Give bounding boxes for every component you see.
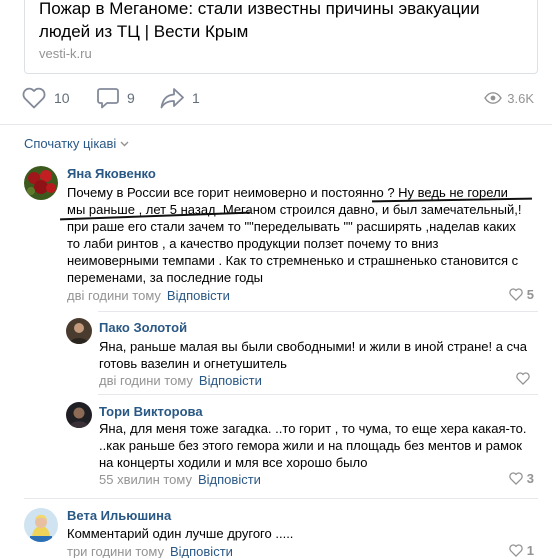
comment-count: 9 xyxy=(127,90,135,106)
comment-author[interactable]: Пако Золотой xyxy=(99,320,187,335)
avatar-image xyxy=(24,508,58,542)
comment-meta: дві години тому Відповісти xyxy=(99,373,262,388)
sort-dropdown[interactable]: Спочатку цікаві xyxy=(24,136,129,151)
comment-like-button[interactable]: 3 xyxy=(508,471,534,486)
comment-text: Яна, для меня тоже загадка. ..то горит ,… xyxy=(99,420,539,471)
post-actions: 10 9 1 3.6K xyxy=(0,84,552,112)
comment-time[interactable]: дві години тому xyxy=(67,288,161,303)
link-card[interactable]: Пожар в Меганоме: стали известны причины… xyxy=(24,0,538,74)
comment-divider xyxy=(98,311,538,312)
comment-like-button[interactable]: 5 xyxy=(508,287,534,302)
chevron-down-icon xyxy=(120,141,129,146)
comment-text-line: Комментарий один лучше другого ..... xyxy=(67,526,294,541)
like-count: 10 xyxy=(54,90,70,106)
link-card-domain: vesti-k.ru xyxy=(39,46,92,61)
share-button[interactable]: 1 xyxy=(160,84,200,112)
comment-divider xyxy=(98,394,538,395)
comment-meta: 55 хвилин тому Відповісти xyxy=(99,472,261,487)
comment-time[interactable]: 55 хвилин тому xyxy=(99,472,192,487)
reply-button[interactable]: Відповісти xyxy=(198,472,261,487)
comment-time[interactable]: три години тому xyxy=(67,544,164,558)
comment-text-line: неимоверными темпами . Как то стремненьк… xyxy=(67,253,519,268)
comment-time[interactable]: дві години тому xyxy=(99,373,193,388)
comment-like-count: 3 xyxy=(526,471,534,486)
comment-text-line: готовь вазелин и огнетушитель xyxy=(99,356,287,371)
comment-text-line: ..как раньше без этого гемора жили и на … xyxy=(99,438,522,453)
views-count: 3.6K xyxy=(507,90,534,106)
comment-meta: три години тому Відповісти xyxy=(67,544,233,558)
heart-icon xyxy=(508,288,523,301)
link-card-title[interactable]: Пожар в Меганоме: стали известны причины… xyxy=(39,0,519,43)
comment: Вета Ильюшина Комментарий один лучше дру… xyxy=(0,502,552,558)
reply-button[interactable]: Відповісти xyxy=(167,288,230,303)
avatar[interactable] xyxy=(66,402,92,428)
comment-button[interactable]: 9 xyxy=(97,84,135,112)
heart-icon xyxy=(22,87,46,109)
comment-author[interactable]: Вета Ильюшина xyxy=(67,508,171,523)
comment-text-line: то лаби ринтов , а качество продукции по… xyxy=(67,236,439,251)
avatar[interactable] xyxy=(24,166,58,200)
comment-meta: дві години тому Відповісти xyxy=(67,288,230,303)
comment-text: Комментарий один лучше другого ..... xyxy=(67,525,537,542)
comment-text: Яна, раньше малая вы были свободными! и … xyxy=(99,338,539,372)
avatar[interactable] xyxy=(66,318,92,344)
sort-label: Спочатку цікаві xyxy=(24,136,117,151)
comment: Яна Яковенко Почему в России все горит н… xyxy=(0,160,552,310)
share-count: 1 xyxy=(192,90,200,106)
eye-icon xyxy=(484,92,503,104)
comment-like-count: 1 xyxy=(526,543,534,558)
comment-text-line: при раше его стали зачем то ""переделыва… xyxy=(67,219,516,234)
comment-text-line: переменами, за последние годы xyxy=(67,270,264,285)
views-counter: 3.6K xyxy=(484,84,534,112)
reply-button[interactable]: Відповісти xyxy=(199,373,262,388)
avatar-image xyxy=(66,318,92,344)
heart-icon xyxy=(508,544,523,557)
comment-divider xyxy=(24,498,538,499)
like-button[interactable]: 10 xyxy=(22,84,70,112)
heart-icon xyxy=(516,372,530,385)
comment-icon xyxy=(97,88,119,109)
avatar-image xyxy=(66,402,92,428)
comment-text-line: Яна, для меня тоже загадка. ..то горит ,… xyxy=(99,421,527,436)
avatar[interactable] xyxy=(24,508,58,542)
heart-icon xyxy=(508,472,523,485)
comment-like-count: 5 xyxy=(526,287,534,302)
comment-like-button[interactable] xyxy=(516,372,534,385)
actions-divider xyxy=(0,124,552,125)
comment-reply: Пако Золотой Яна, раньше малая вы были с… xyxy=(0,316,552,394)
reply-button[interactable]: Відповісти xyxy=(170,544,233,558)
post-page: Пожар в Меганоме: стали известны причины… xyxy=(0,0,552,558)
share-icon xyxy=(160,88,184,109)
comment-reply: Тори Викторова Яна, для меня тоже загадк… xyxy=(0,400,552,494)
comment-like-button[interactable]: 1 xyxy=(508,543,534,558)
comment-text-line: Яна, раньше малая вы были свободными! и … xyxy=(99,339,527,354)
comment-author[interactable]: Яна Яковенко xyxy=(67,166,156,181)
comment-author[interactable]: Тори Викторова xyxy=(99,404,203,419)
comment-text-line: на концерты ходили и мля все хорошо было xyxy=(99,455,368,470)
avatar-roses-image xyxy=(24,166,58,200)
